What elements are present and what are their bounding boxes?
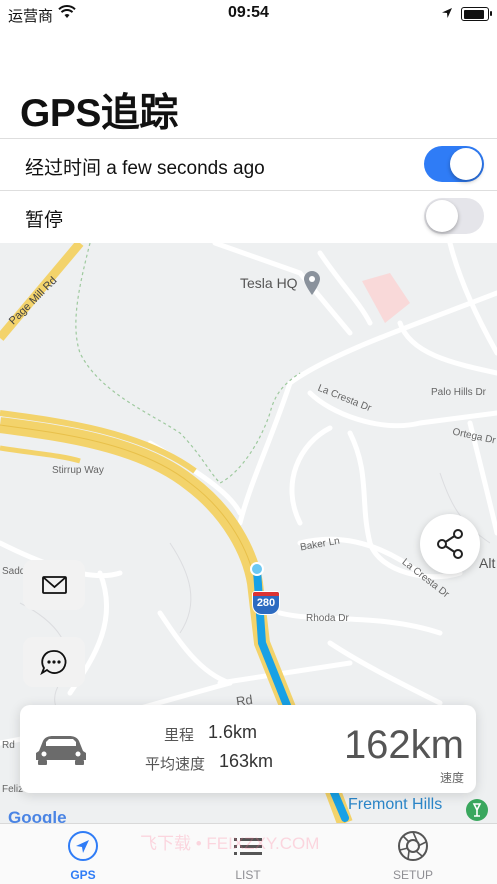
battery-icon (461, 7, 492, 21)
compass-icon (67, 830, 99, 867)
elapsed-time-toggle[interactable] (424, 146, 484, 182)
tab-gps-label: GPS (70, 868, 96, 882)
aperture-icon (397, 830, 429, 867)
avg-speed-label: 平均速度 (145, 756, 206, 773)
toggle-knob (426, 200, 458, 232)
current-speed-unit: 速度 (439, 771, 464, 785)
elapsed-time-label: 经过时间 a few seconds ago (25, 158, 265, 179)
poi-label[interactable]: Tesla HQ (240, 275, 298, 291)
share-button[interactable] (420, 514, 480, 574)
park-icon (466, 799, 488, 821)
tab-bar: GPS LIST SETUP 飞下载 • FEIXZXY.COM (0, 823, 497, 884)
road-label: Rd (2, 740, 15, 751)
share-icon (437, 529, 463, 559)
road-label: Stirrup Way (52, 465, 104, 476)
google-logo: Google (8, 808, 67, 823)
pause-row: 暂停 (0, 190, 497, 243)
highway-shield: 280 (252, 591, 280, 615)
tab-setup[interactable]: SETUP (363, 824, 463, 884)
mail-button[interactable] (23, 560, 85, 610)
page-title: GPS追踪 (20, 92, 178, 135)
distance-value: 1.6km (208, 722, 258, 742)
place-label: Fremont Hills (348, 796, 443, 813)
pause-label: 暂停 (25, 210, 64, 231)
pause-toggle[interactable] (424, 198, 484, 234)
avg-speed-value: 163km (219, 751, 274, 771)
trip-info-card: 里程 1.6km 平均速度 163km 162km 速度 (20, 705, 476, 793)
road-label: Sadd (2, 566, 26, 577)
mail-icon (42, 576, 67, 594)
tab-gps[interactable]: GPS (33, 824, 133, 884)
status-bar: 运营商 09:54 (0, 0, 497, 28)
watermark: 飞下载 • FEIXZXY.COM (140, 834, 320, 853)
toggle-knob (450, 148, 482, 180)
location-arrow-icon (441, 6, 453, 24)
current-speed-value: 162km (343, 723, 464, 767)
chat-bubble-icon (40, 650, 67, 676)
elapsed-time-row: 经过时间 a few seconds ago (0, 138, 497, 191)
shield-number: 280 (256, 597, 276, 609)
distance-label: 里程 (164, 727, 195, 744)
road-label: Alt (479, 555, 496, 571)
status-time: 09:54 (228, 4, 269, 21)
car-icon (33, 727, 89, 772)
road-label: Palo Hills Dr (431, 387, 487, 398)
road-label: Rhoda Dr (306, 613, 349, 624)
message-button[interactable] (23, 637, 85, 687)
tab-setup-label: SETUP (392, 868, 433, 882)
tab-list-label: LIST (235, 868, 261, 882)
